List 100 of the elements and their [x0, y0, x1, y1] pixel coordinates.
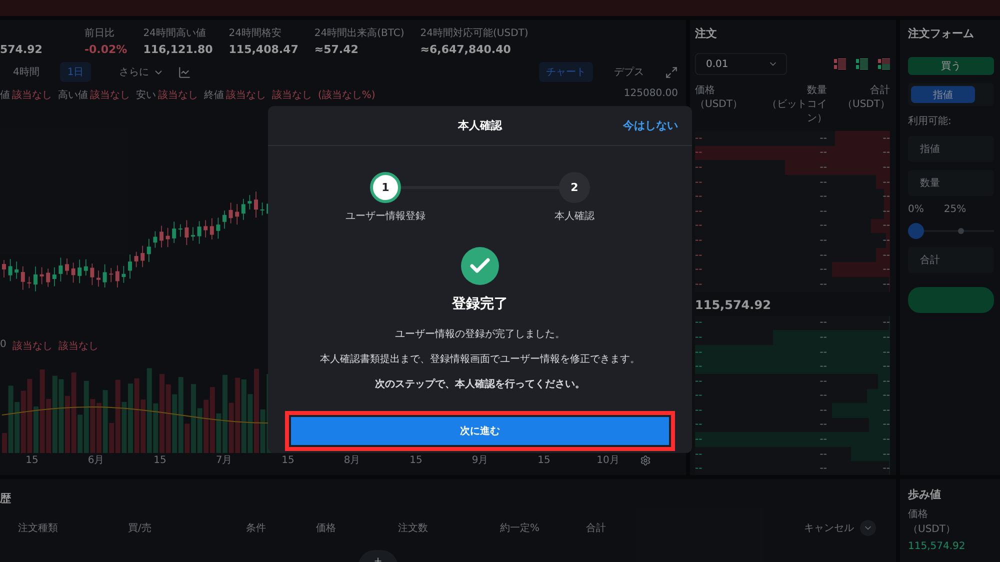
- chevron-down-icon: [860, 520, 876, 536]
- interval-tab[interactable]: 4時間: [6, 62, 46, 82]
- interval-tab[interactable]: 1日: [60, 62, 91, 82]
- bids-layout-icon[interactable]: [856, 58, 868, 70]
- price-cell-text: --: [695, 463, 704, 474]
- cancel-dropdown[interactable]: キャンセル: [804, 520, 876, 536]
- total-cell-text: --: [882, 162, 890, 173]
- stat-label: 24時間格安: [228, 26, 283, 40]
- time-axis-label: 15: [24, 454, 40, 466]
- amount-cell-text: --: [818, 463, 827, 474]
- total-cell-text: --: [882, 419, 890, 430]
- column-unit: （ビットコイン）: [766, 98, 827, 125]
- amount-cell-text: --: [818, 162, 827, 173]
- input-field[interactable]: 指値: [908, 136, 994, 162]
- amount-cell-text: --: [818, 234, 827, 246]
- volume-label: 0: [0, 339, 6, 352]
- total-cell-text: --: [882, 191, 890, 202]
- settings-icon[interactable]: [640, 454, 651, 466]
- price-cell-text: --: [695, 419, 704, 430]
- total-cell-text: --: [882, 234, 890, 246]
- column-header: 価格: [316, 522, 337, 535]
- legend-label: 終値: [204, 89, 224, 102]
- last-price: 115,574.92: [695, 296, 772, 314]
- legend-value: 該当なし: [226, 88, 266, 102]
- order-type-tab[interactable]: 指値: [911, 86, 975, 103]
- price-cell-text: --: [695, 234, 704, 246]
- stat-value: -0.02%: [84, 43, 128, 56]
- total-cell-text: --: [882, 390, 890, 402]
- amount-cell-text: --: [818, 419, 827, 430]
- amount-cell-text: --: [818, 448, 827, 460]
- column-header: 買/売: [128, 522, 152, 535]
- both-layout-icon[interactable]: [878, 58, 890, 70]
- total-cell-text: --: [882, 332, 890, 343]
- buy-button[interactable]: 買う: [908, 57, 994, 75]
- total-cell-text: --: [882, 346, 890, 358]
- amount-cell-text: --: [818, 317, 827, 328]
- price-cell-text: --: [695, 346, 704, 358]
- dialog-message: 次のステップで、本人確認を行ってください。: [375, 377, 585, 391]
- column-header: 注文数: [398, 522, 429, 535]
- panel-title: 注文: [695, 26, 718, 41]
- amount-cell-text: --: [818, 332, 827, 343]
- time-axis-label: 10月: [596, 454, 620, 467]
- input-field[interactable]: 数量: [908, 170, 994, 196]
- stat-value: 116,121.80: [143, 43, 213, 56]
- view-tab[interactable]: デプス: [607, 62, 651, 82]
- total-cell-text: --: [882, 448, 890, 460]
- precision-select[interactable]: 0.01: [695, 53, 787, 75]
- step-label: ユーザー情報登録: [346, 210, 426, 223]
- price-cell-text: --: [695, 434, 704, 446]
- next-button[interactable]: 次に進む: [291, 417, 669, 445]
- line-chart-icon[interactable]: [178, 66, 191, 78]
- column-header: 数量: [807, 84, 827, 97]
- total-cell-text: --: [882, 132, 890, 144]
- price-cell-text: --: [695, 376, 704, 387]
- total-cell-text: --: [882, 463, 890, 474]
- legend-value: 該当なし: [272, 88, 312, 102]
- step-label: 本人確認: [554, 210, 594, 223]
- stat-value: ≈57.42: [314, 43, 360, 56]
- amount-cell-text: --: [818, 206, 827, 217]
- legend-value: 該当なし: [158, 88, 198, 102]
- price-cell-text: --: [695, 448, 704, 460]
- price-cell-text: --: [695, 264, 704, 276]
- view-tab[interactable]: チャート: [539, 62, 593, 82]
- dialog-heading: 登録完了: [452, 295, 508, 313]
- column-header: 合計: [586, 522, 607, 535]
- total-cell-text: --: [882, 220, 890, 232]
- volume-value: 該当なし: [58, 340, 98, 353]
- expand-icon[interactable]: [665, 66, 678, 78]
- amount-cell-text: --: [818, 434, 827, 446]
- stat-value: ≈6,647,840.40: [420, 43, 512, 56]
- step-number: 1: [370, 172, 401, 203]
- price-cell-text: --: [695, 162, 704, 173]
- column-unit: （USDT）: [695, 98, 742, 111]
- legend-label: 値: [0, 89, 10, 102]
- total-cell-text: --: [882, 434, 890, 446]
- amount-cell-text: --: [818, 191, 827, 202]
- slider-tick-label: 0%: [908, 204, 924, 215]
- amount-slider[interactable]: [908, 223, 994, 239]
- column-header: 価格: [908, 508, 929, 521]
- price-cell-text: --: [695, 250, 704, 261]
- dialog-message: 本人確認書類提出まで、登録情報画面でユーザー情報を修正できます。: [320, 352, 640, 366]
- slider-thumb[interactable]: [908, 223, 924, 239]
- time-axis-label: 15: [280, 454, 296, 466]
- amount-cell-text: --: [818, 250, 827, 261]
- price-cell-text: --: [695, 176, 704, 188]
- amount-cell-text: --: [818, 346, 827, 358]
- price-cell-text: --: [695, 220, 704, 232]
- skip-link[interactable]: 今はしない: [623, 118, 678, 133]
- price-cell-text: --: [695, 361, 704, 372]
- price-axis-label: 125080.00: [624, 88, 678, 101]
- more-dropdown[interactable]: さらに: [118, 65, 164, 79]
- dialog-message: ユーザー情報の登録が完了しました。: [395, 328, 565, 341]
- stat-label: 24時間出来高(BTC): [314, 26, 404, 40]
- input-field[interactable]: 合計: [908, 247, 994, 273]
- panel-title: 歩み値: [908, 487, 942, 502]
- column-header: 価格: [695, 84, 715, 97]
- time-axis-label: 7月: [214, 454, 234, 467]
- dialog-title: 本人確認: [458, 118, 502, 133]
- asks-layout-icon[interactable]: [834, 58, 846, 70]
- time-axis-label: 8月: [342, 454, 362, 467]
